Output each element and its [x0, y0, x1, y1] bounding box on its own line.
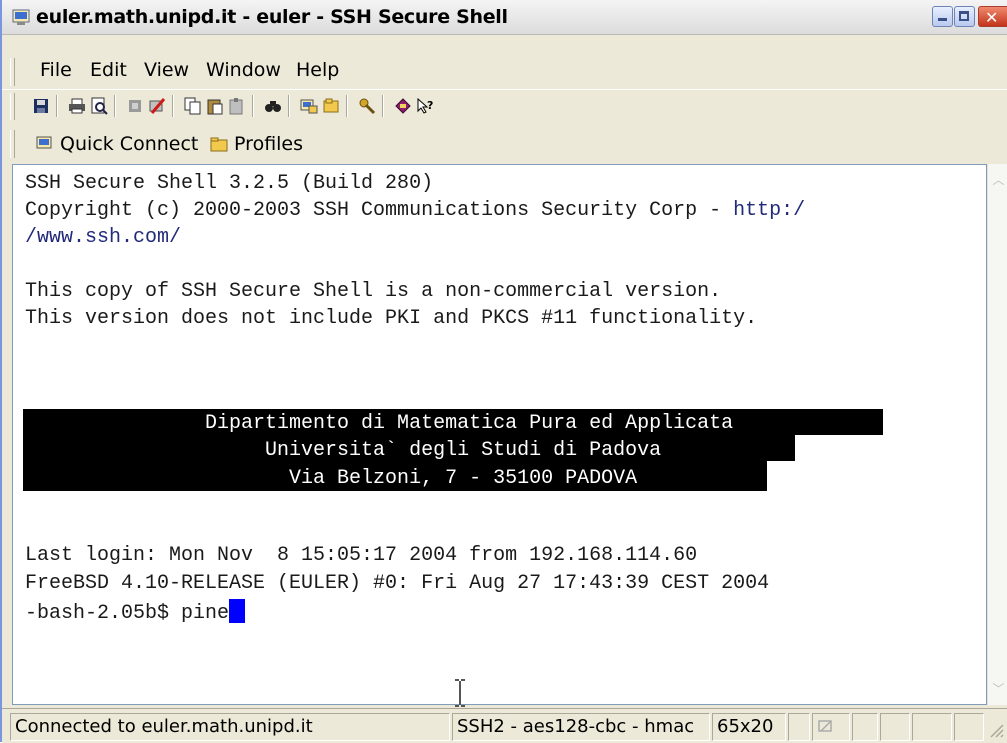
toolbar-grip[interactable]	[10, 93, 15, 120]
toolbar-separator	[56, 95, 58, 117]
status-cell-empty	[954, 713, 984, 741]
toolbar-separator	[346, 95, 348, 117]
close-button[interactable]: ✕	[978, 6, 1007, 27]
ssh-app-icon[interactable]	[12, 8, 32, 26]
menu-file[interactable]: File	[40, 59, 72, 81]
menu-window[interactable]: Window	[206, 59, 281, 81]
terminal-line: This copy of SSH Secure Shell is a non-c…	[25, 280, 722, 303]
new-terminal-icon[interactable]	[322, 97, 340, 115]
status-cell-empty	[788, 713, 810, 741]
terminal-text: Copyright (c) 2000-2003 SSH Communicatio…	[25, 199, 734, 222]
ssh-window: euler.math.unipd.it - euler - SSH Secure…	[0, 0, 1007, 743]
ibeam-cursor-icon	[455, 679, 465, 707]
context-help-icon[interactable]: ?	[416, 97, 434, 115]
scroll-down-icon[interactable]: ﹀	[989, 679, 1007, 699]
help-book-icon[interactable]	[394, 97, 412, 115]
minimize-icon	[938, 18, 947, 21]
settings-icon[interactable]	[148, 97, 166, 115]
toolbar-separator	[382, 95, 384, 117]
terminal-line: FreeBSD 4.10-RELEASE (EULER) #0: Fri Aug…	[25, 572, 770, 595]
svg-text:?: ?	[427, 99, 433, 112]
quickbar-grip[interactable]	[10, 130, 15, 158]
status-cell-empty	[912, 713, 952, 741]
print-preview-icon[interactable]	[90, 97, 108, 115]
save-icon[interactable]	[32, 97, 50, 115]
quick-connect-bar: Quick Connect Profiles	[2, 126, 1007, 162]
toolbar-separator	[252, 95, 254, 117]
toolbar-separator	[114, 95, 116, 117]
terminal-prompt-line: -bash-2.05b$ pine	[25, 599, 246, 627]
key-icon[interactable]	[358, 97, 376, 115]
quick-connect-button[interactable]: Quick Connect	[36, 133, 198, 155]
window-title: euler.math.unipd.it - euler - SSH Secure…	[36, 6, 508, 28]
toolbar: ?	[2, 89, 1007, 124]
terminal-prompt: -bash-2.05b$ pine	[25, 602, 230, 625]
print-icon[interactable]	[68, 97, 86, 115]
paste-plain-icon[interactable]	[228, 97, 246, 115]
banner-line: Dipartimento di Matematica Pura ed Appli…	[25, 412, 734, 435]
cipher-status: SSH2 - aes128-cbc - hmac	[452, 713, 710, 741]
scroll-up-icon[interactable]: ︿	[989, 170, 1007, 190]
copy-icon[interactable]	[184, 97, 202, 115]
status-cell-empty	[852, 713, 878, 741]
terminal-area[interactable]: SSH Secure Shell 3.2.5 (Build 280) Copyr…	[12, 164, 987, 705]
resize-grip-icon[interactable]	[987, 721, 1005, 739]
close-icon: ✕	[985, 8, 999, 27]
terminal-line: This version does not include PKI and PK…	[25, 307, 758, 330]
menu-help[interactable]: Help	[296, 59, 339, 81]
lock-status-icon	[818, 720, 832, 732]
file-transfer-icon[interactable]	[300, 97, 318, 115]
vertical-scrollbar[interactable]: ︿ ﹀	[987, 164, 1007, 705]
menu-edit[interactable]: Edit	[90, 59, 127, 81]
toolbar-separator	[172, 95, 174, 117]
terminal-line: Copyright (c) 2000-2003 SSH Communicatio…	[25, 198, 805, 224]
toolbar-separator	[288, 95, 290, 117]
paste-icon[interactable]	[206, 97, 224, 115]
terminal-size-status: 65x20	[712, 713, 786, 741]
menu-bar: File Edit View Window Help	[2, 55, 1007, 89]
find-icon[interactable]	[264, 97, 282, 115]
terminal-link[interactable]: http:/	[733, 199, 805, 222]
profiles-button[interactable]: Profiles	[210, 133, 303, 155]
title-bar[interactable]: euler.math.unipd.it - euler - SSH Secure…	[2, 0, 1007, 35]
status-cell-empty	[880, 713, 910, 741]
maximize-icon	[959, 11, 969, 21]
quick-connect-icon	[36, 136, 52, 149]
disconnect-icon[interactable]	[126, 97, 144, 115]
banner-line: Universita` degli Studi di Padova	[25, 439, 662, 462]
menubar-grip[interactable]	[10, 58, 15, 86]
quick-connect-label: Quick Connect	[60, 133, 199, 155]
terminal-link[interactable]: /www.ssh.com/	[25, 225, 181, 251]
minimize-button[interactable]	[932, 6, 953, 27]
banner-line: Via Belzoni, 7 - 35100 PADOVA	[25, 467, 638, 490]
text-cursor	[229, 599, 246, 623]
status-bar: Connected to euler.math.unipd.it SSH2 - …	[2, 708, 1007, 743]
connection-status: Connected to euler.math.unipd.it	[10, 713, 450, 741]
terminal-line: SSH Secure Shell 3.2.5 (Build 280)	[25, 172, 434, 195]
folder-icon	[210, 137, 228, 152]
maximize-button[interactable]	[954, 6, 975, 27]
terminal-line: Last login: Mon Nov 8 15:05:17 2004 from…	[25, 544, 698, 567]
status-cell-icon	[812, 713, 850, 741]
profiles-label: Profiles	[234, 133, 304, 155]
menu-view[interactable]: View	[144, 59, 189, 81]
